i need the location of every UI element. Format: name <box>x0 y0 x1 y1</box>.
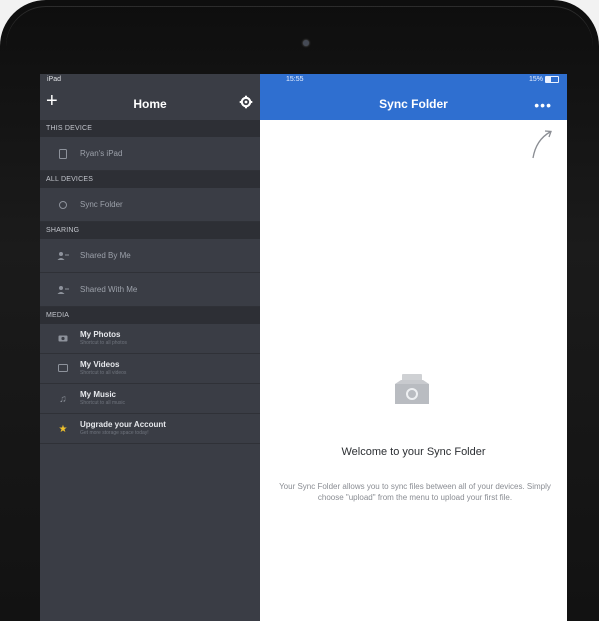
main-header: Sync Folder ••• <box>260 88 567 120</box>
sidebar: iPad + Home THIS DEVICE Ryan's iPad ALL … <box>40 74 260 621</box>
main-panel: 15:55 15% Sync Folder ••• Welcome to you… <box>260 74 567 621</box>
status-time: 15:55 <box>286 76 304 83</box>
sidebar-item-my-photos[interactable]: My Photos Shortcut to all photos <box>40 324 260 354</box>
ipad-screen: iPad + Home THIS DEVICE Ryan's iPad ALL … <box>40 74 567 621</box>
sidebar-item-label: My Music <box>80 390 117 399</box>
welcome-title: Welcome to your Sync Folder <box>341 446 486 458</box>
sidebar-item-shared-with-me[interactable]: Shared With Me <box>40 273 260 307</box>
section-all-devices: ALL DEVICES <box>40 171 260 188</box>
sidebar-item-label: My Videos <box>80 360 120 369</box>
sidebar-item-sublabel: Shortcut to all photos <box>80 340 127 346</box>
sidebar-item-label: Shared By Me <box>80 251 131 260</box>
ipad-device-frame: iPad + Home THIS DEVICE Ryan's iPad ALL … <box>0 0 599 621</box>
front-camera <box>303 40 309 46</box>
music-note-icon: ♫ <box>59 394 67 405</box>
page-title: Sync Folder <box>379 97 448 111</box>
section-this-device: THIS DEVICE <box>40 120 260 137</box>
sidebar-item-sync-folder[interactable]: Sync Folder <box>40 188 260 222</box>
more-options-icon[interactable]: ••• <box>534 97 552 113</box>
sidebar-item-label: Ryan's iPad <box>80 149 123 158</box>
status-battery: 15% <box>529 76 559 83</box>
camera-icon <box>52 330 74 342</box>
section-sharing: SHARING <box>40 222 260 239</box>
sidebar-item-my-music[interactable]: ♫ My Music Shortcut to all music <box>40 384 260 414</box>
person-share-icon <box>52 285 74 295</box>
star-icon: ★ <box>58 424 68 435</box>
sidebar-item-upgrade-account[interactable]: ★ Upgrade your Account Get more storage … <box>40 414 260 444</box>
battery-icon <box>545 76 559 83</box>
add-icon[interactable]: + <box>46 91 58 111</box>
sidebar-item-label: My Photos <box>80 330 121 339</box>
sidebar-item-my-videos[interactable]: My Videos Shortcut to all videos <box>40 354 260 384</box>
curved-arrow-icon <box>532 130 552 159</box>
welcome-description: Your Sync Folder allows you to sync file… <box>279 482 551 502</box>
status-carrier: iPad <box>47 76 62 83</box>
sidebar-item-sublabel: Shortcut to all music <box>80 400 126 406</box>
sidebar-item-ryans-ipad[interactable]: Ryan's iPad <box>40 137 260 171</box>
sidebar-item-label: Shared With Me <box>80 285 138 294</box>
sidebar-item-label: Upgrade your Account <box>80 420 166 429</box>
sync-icon <box>52 200 74 210</box>
section-media: MEDIA <box>40 307 260 324</box>
folder-sync-icon <box>395 374 429 404</box>
tablet-icon <box>52 148 74 159</box>
battery-percent: 15% <box>528 76 543 83</box>
sidebar-item-shared-by-me[interactable]: Shared By Me <box>40 239 260 273</box>
sidebar-item-label: Sync Folder <box>80 200 123 209</box>
sidebar-item-sublabel: Shortcut to all videos <box>80 370 127 376</box>
sidebar-title: Home <box>133 97 167 111</box>
sidebar-item-sublabel: Get more storage space today! <box>80 430 149 436</box>
gear-icon[interactable] <box>239 95 253 109</box>
sidebar-header: + Home <box>40 88 260 120</box>
status-bar: 15:55 15% <box>260 74 567 88</box>
person-share-icon <box>52 251 74 261</box>
video-icon <box>52 360 74 372</box>
